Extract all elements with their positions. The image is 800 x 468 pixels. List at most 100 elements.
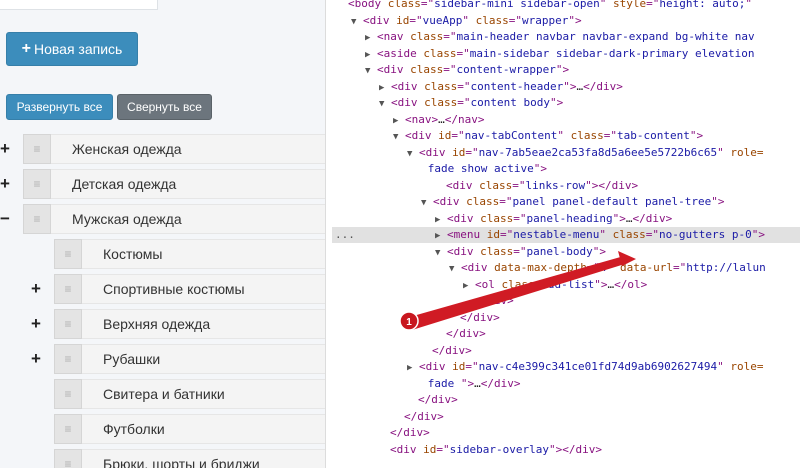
collapse-all-button[interactable]: Свернуть все xyxy=(117,94,212,120)
markup-token: <div xyxy=(405,129,439,142)
markup-token: panel-heading xyxy=(526,211,613,225)
markup-token: " xyxy=(745,0,753,10)
drag-handle-icon[interactable]: ≡ xyxy=(54,239,82,269)
tree-item[interactable]: + ≡ Женская одежда xyxy=(0,134,325,164)
top-tab[interactable] xyxy=(0,0,158,10)
dom-tree-line[interactable]: ▶ <nav class="main-header navbar navbar-… xyxy=(332,29,800,45)
dom-tree-line[interactable]: </div> xyxy=(332,310,800,326)
expand-node-icon[interactable]: ▶ xyxy=(393,116,398,126)
dom-tree-line[interactable]: ▶ <nav>…</nav> xyxy=(332,112,800,128)
expand-toggle-icon[interactable]: + xyxy=(29,274,43,304)
tree-item[interactable]: + ≡ Верхняя одежда xyxy=(0,309,325,339)
dom-tree-line[interactable]: ▶ <div id="nav-c4e399c341ce01fd74d9ab690… xyxy=(332,359,800,375)
dom-tree-line[interactable]: ▶ <aside class="main-sidebar sidebar-dar… xyxy=(332,46,800,62)
expand-toggle-icon[interactable]: + xyxy=(0,134,12,164)
dom-tree-line[interactable]: ▼ <div class="panel-body"> xyxy=(332,244,800,260)
dom-tree-line[interactable]: fade ">…</div> xyxy=(332,376,800,392)
markup-token: class xyxy=(612,228,646,241)
markup-token: <body xyxy=(348,0,388,10)
markup-token: <div xyxy=(363,13,397,27)
expand-node-icon[interactable]: ▶ xyxy=(365,33,370,43)
expand-all-button[interactable]: Развернуть все xyxy=(6,94,113,120)
dom-tree-line[interactable]: ... ▶ <menu id="nestable-menu" class="no-… xyxy=(332,227,800,243)
tree-item[interactable]: ≡ Костюмы xyxy=(0,239,325,269)
dom-node-markup: ▼ <div data-max-depth="4" data-url="http… xyxy=(449,260,766,276)
dom-tree-line[interactable]: </div> xyxy=(332,326,800,342)
dom-node-markup: </div> xyxy=(446,326,486,342)
collapse-node-icon[interactable]: ▼ xyxy=(407,149,412,159)
tree-item[interactable]: ≡ Свитера и батники xyxy=(0,379,325,409)
drag-handle-icon[interactable]: ≡ xyxy=(54,309,82,339)
dom-tree-line[interactable]: </div> xyxy=(332,409,800,425)
markup-token: =" xyxy=(456,46,470,60)
markup-token: nestable-menu xyxy=(513,228,600,241)
tree-item[interactable]: + ≡ Детская одежда xyxy=(0,169,325,199)
markup-token: <div xyxy=(446,178,480,192)
collapse-node-icon[interactable]: ▼ xyxy=(351,17,356,27)
expand-toggle-icon[interactable]: + xyxy=(29,344,43,374)
markup-token: <div xyxy=(377,63,411,76)
drag-handle-icon[interactable]: ≡ xyxy=(54,449,82,468)
new-record-button[interactable]: + Новая запись xyxy=(6,32,138,66)
tree-item[interactable]: − ≡ Мужская одежда xyxy=(0,204,325,234)
dom-tree-line[interactable]: ▶ <ol class="dd-list">…</ol> xyxy=(332,277,800,293)
markup-token: links-row xyxy=(525,178,586,192)
collapse-node-icon[interactable]: ▼ xyxy=(421,198,426,208)
expand-node-icon[interactable]: ▶ xyxy=(379,83,384,93)
dom-tree-line[interactable]: ▶ <div class="panel-heading">…</div> xyxy=(332,211,800,227)
markup-token: =" xyxy=(645,228,660,241)
dom-node-markup: ▶ <div id="nav-c4e399c341ce01fd74d9ab690… xyxy=(407,359,763,375)
dom-tree-line[interactable]: ▼ <div class="content-wrapper"> xyxy=(332,62,800,78)
markup-token: </div> xyxy=(404,409,444,423)
drag-handle-icon[interactable]: ≡ xyxy=(23,134,51,164)
drag-handle-icon[interactable]: ≡ xyxy=(54,379,82,409)
markup-token: data-max-depth xyxy=(494,261,587,274)
dom-tree-line[interactable]: ▼ <div id="nav-tabContent" class="tab-co… xyxy=(332,128,800,144)
dom-tree-line[interactable]: <div id="sidebar-overlay"></div> xyxy=(332,442,800,458)
dom-tree-line[interactable]: ▶ <div class="content-header">…</div> xyxy=(332,79,800,95)
expand-node-icon[interactable]: ▶ xyxy=(435,231,440,241)
dom-tree-line[interactable]: </div> xyxy=(332,425,800,441)
expand-node-icon[interactable]: ▶ xyxy=(463,281,468,291)
markup-token: "> xyxy=(460,376,475,390)
drag-handle-icon[interactable]: ≡ xyxy=(54,344,82,374)
dom-tree-line[interactable]: <body class="sidebar-mini sidebar-open" … xyxy=(332,0,800,12)
markup-token: </div> xyxy=(480,376,521,390)
markup-token: id xyxy=(396,13,410,27)
expand-node-icon[interactable]: ▶ xyxy=(365,50,370,60)
tree-item[interactable]: + ≡ Спортивные костюмы xyxy=(0,274,325,304)
markup-token: fade show active xyxy=(427,162,534,175)
collapse-toggle-icon[interactable]: − xyxy=(0,204,12,234)
collapse-node-icon[interactable]: ▼ xyxy=(379,99,384,109)
dom-tree-line[interactable]: </div> xyxy=(332,343,800,359)
drag-handle-icon[interactable]: ≡ xyxy=(54,274,82,304)
collapse-node-icon[interactable]: ▼ xyxy=(393,132,398,142)
collapse-node-icon[interactable]: ▼ xyxy=(365,66,370,76)
markup-token: </div> xyxy=(418,393,458,406)
dom-tree-line[interactable]: fade show active"> xyxy=(332,161,800,177)
expand-node-icon[interactable]: ▶ xyxy=(435,215,440,225)
tree-item[interactable]: ≡ Брюки, шорты и бриджи xyxy=(0,449,325,468)
dom-tree-line[interactable]: ▼ <div class="panel panel-default panel-… xyxy=(332,194,800,210)
tree-item[interactable]: + ≡ Рубашки xyxy=(0,344,325,374)
drag-handle-icon[interactable]: ≡ xyxy=(23,169,51,199)
markup-token: "> xyxy=(689,129,704,142)
collapse-node-icon[interactable]: ▼ xyxy=(449,264,454,274)
dom-node-markup: </div> xyxy=(460,310,500,326)
dom-tree-line[interactable]: </div> xyxy=(332,392,800,408)
dom-tree-line[interactable]: ▼ <div id="nav-7ab5eae2ca53fa8d5a6ee5e57… xyxy=(332,145,800,161)
dom-tree-line[interactable]: ▼ <div id="vueApp" class="wrapper"> xyxy=(332,13,800,29)
dom-tree-line[interactable]: <div class="links-row"></div> xyxy=(332,178,800,194)
markup-token: vueApp xyxy=(422,13,463,27)
markup-token: class xyxy=(480,244,514,258)
dom-tree-line[interactable]: ▼ <div class="content body"> xyxy=(332,95,800,111)
expand-node-icon[interactable]: ▶ xyxy=(407,363,412,373)
tree-item[interactable]: ≡ Футболки xyxy=(0,414,325,444)
expand-toggle-icon[interactable]: + xyxy=(0,169,12,199)
expand-toggle-icon[interactable]: + xyxy=(29,309,43,339)
dom-tree-line[interactable]: ▼ <div data-max-depth="4" data-url="http… xyxy=(332,260,800,276)
drag-handle-icon[interactable]: ≡ xyxy=(54,414,82,444)
collapse-node-icon[interactable]: ▼ xyxy=(435,248,440,258)
dom-tree-line[interactable]: </div> xyxy=(332,293,800,309)
drag-handle-icon[interactable]: ≡ xyxy=(23,204,51,234)
